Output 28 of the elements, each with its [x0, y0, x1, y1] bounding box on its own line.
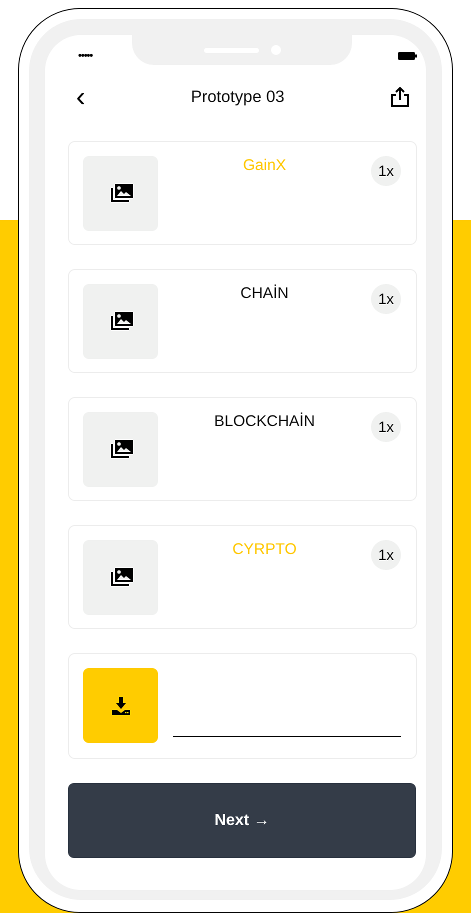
images-icon — [108, 440, 132, 460]
battery-icon — [398, 52, 417, 60]
screen-title: Prototype 03 — [190, 88, 284, 106]
download-button[interactable] — [83, 668, 158, 743]
share-icon[interactable] — [390, 87, 410, 107]
images-icon — [108, 568, 132, 588]
images-icon — [108, 312, 132, 332]
item-title: CYRPTO — [231, 540, 298, 560]
images-icon — [108, 184, 132, 204]
next-button[interactable]: Next → — [68, 783, 416, 858]
item-card[interactable]: GainX 1x — [68, 141, 417, 245]
item-card[interactable]: CYRPTO 1x — [68, 525, 417, 629]
image-placeholder[interactable] — [83, 540, 158, 615]
quantity-badge: 1x — [371, 284, 401, 314]
image-placeholder[interactable] — [83, 412, 158, 487]
image-placeholder[interactable] — [83, 284, 158, 359]
item-card[interactable]: CHAİN 1x — [68, 269, 417, 373]
item-title: CHAİN — [239, 284, 290, 304]
image-placeholder[interactable] — [83, 156, 158, 231]
quantity-badge: 1x — [371, 540, 401, 570]
quantity-badge: 1x — [371, 156, 401, 186]
back-button[interactable]: ‹ — [76, 83, 86, 111]
download-icon — [112, 696, 130, 714]
quantity-badge: 1x — [371, 412, 401, 442]
signal-dots: ••••• — [78, 50, 92, 62]
item-card[interactable]: BLOCKCHAİN 1x — [68, 397, 417, 501]
item-title: BLOCKCHAİN — [213, 412, 316, 432]
item-title: GainX — [242, 156, 288, 176]
